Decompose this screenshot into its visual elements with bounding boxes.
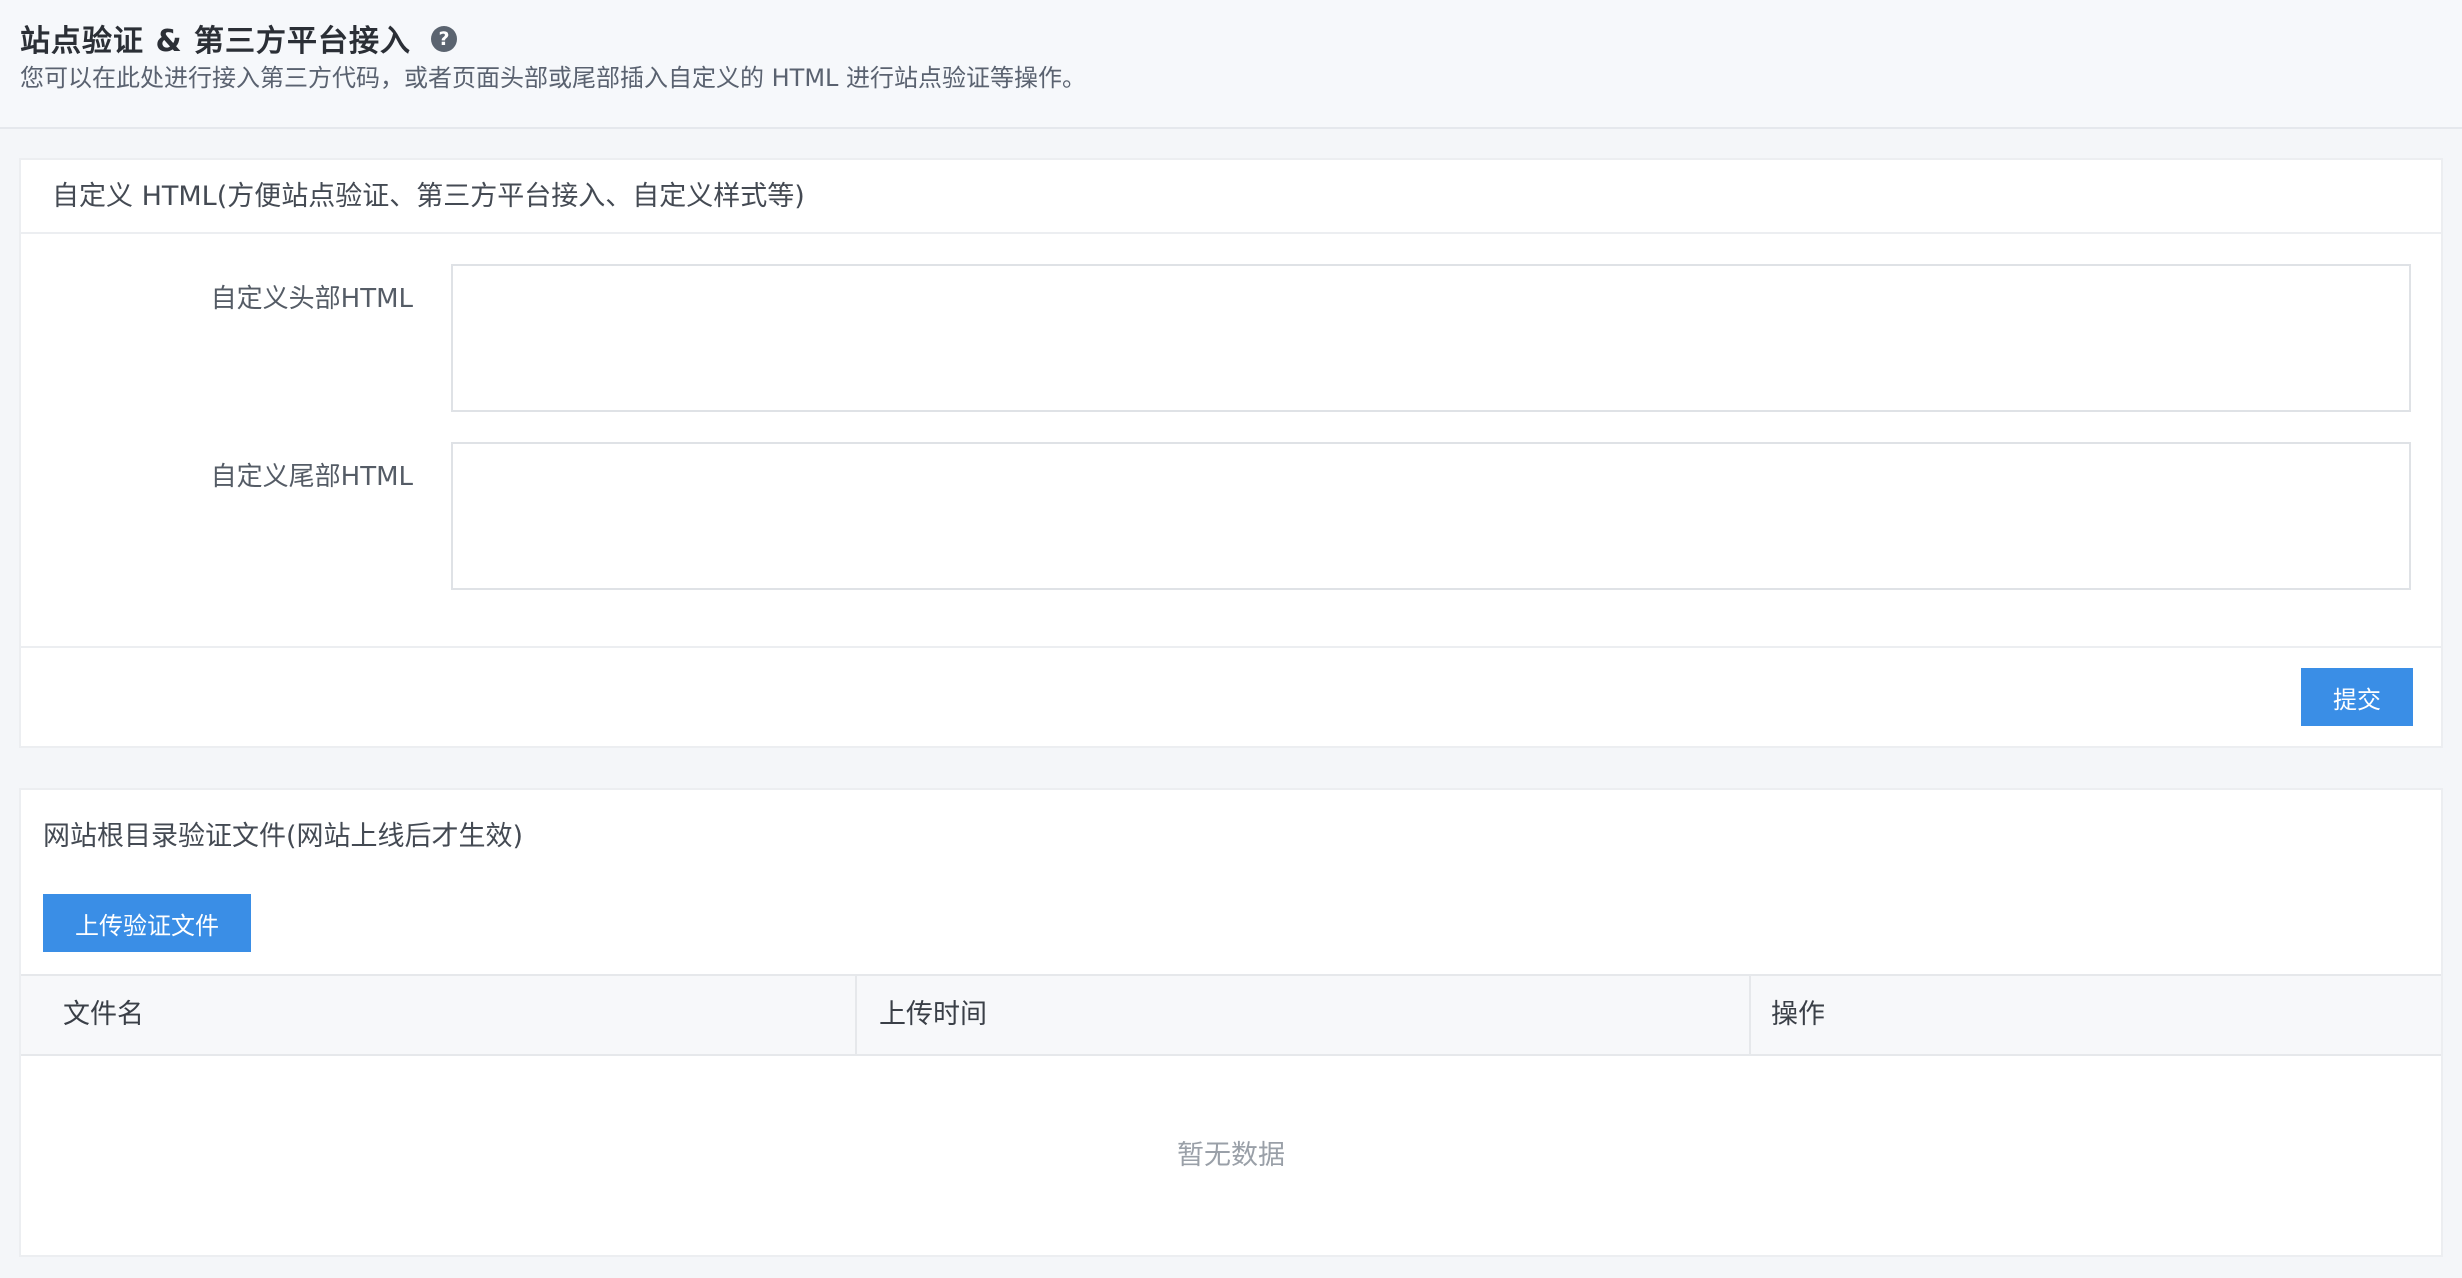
- head-html-textarea[interactable]: [451, 264, 2411, 412]
- verify-files-table: 文件名 上传时间 操作 暂无数据: [21, 974, 2441, 1251]
- verify-files-card-title: 网站根目录验证文件(网站上线后才生效): [43, 821, 524, 852]
- custom-html-card-title: 自定义 HTML(方便站点验证、第三方平台接入、自定义样式等): [21, 160, 2441, 234]
- upload-verify-file-button[interactable]: 上传验证文件: [43, 894, 251, 952]
- verify-files-card: 网站根目录验证文件(网站上线后才生效) 上传验证文件 文件名 上传时间 操作 暂…: [19, 788, 2443, 1257]
- question-circle-icon[interactable]: ?: [431, 26, 458, 52]
- page-title-row: 站点验证 & 第三方平台接入 ?: [20, 14, 458, 62]
- head-html-label: 自定义头部HTML: [210, 284, 413, 314]
- custom-html-card: 自定义 HTML(方便站点验证、第三方平台接入、自定义样式等) 自定义头部HTM…: [19, 158, 2443, 748]
- column-header-upload-time: 上传时间: [857, 976, 1751, 1054]
- submit-button[interactable]: 提交: [2301, 668, 2413, 726]
- table-empty-text: 暂无数据: [1177, 1140, 1285, 1171]
- table-header: 文件名 上传时间 操作: [21, 974, 2441, 1056]
- column-header-actions: 操作: [1771, 999, 1825, 1030]
- custom-html-card-footer: 提交: [21, 646, 2441, 746]
- page-header: 站点验证 & 第三方平台接入 ? 您可以在此处进行接入第三方代码，或者页面头部或…: [0, 0, 2462, 129]
- foot-html-label: 自定义尾部HTML: [210, 462, 413, 492]
- column-header-filename: 文件名: [21, 976, 857, 1054]
- page-title: 站点验证 & 第三方平台接入: [20, 24, 412, 59]
- page-subtitle: 您可以在此处进行接入第三方代码，或者页面头部或尾部插入自定义的 HTML 进行站…: [20, 64, 1087, 92]
- foot-html-textarea[interactable]: [451, 442, 2411, 590]
